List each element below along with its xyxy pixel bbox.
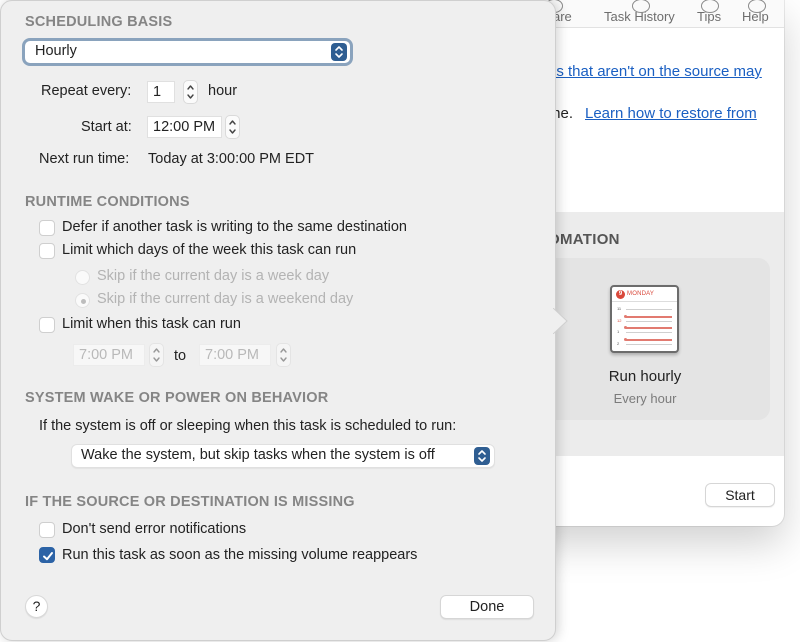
run-on-reappear-label: Run this task as soon as the missing vol… bbox=[62, 547, 418, 563]
repeat-every-stepper[interactable] bbox=[183, 80, 198, 104]
help-button[interactable]: ? bbox=[25, 595, 48, 618]
calendar-hour: 11 bbox=[617, 306, 622, 311]
schedule-settings-popover: SCHEDULING BASIS Hourly Repeat every: 1 … bbox=[0, 0, 556, 641]
limit-time-checkbox[interactable] bbox=[39, 317, 55, 333]
no-errors-checkbox[interactable] bbox=[39, 522, 55, 538]
skip-weekend-label: Skip if the current day is a weekend day bbox=[97, 291, 354, 307]
stepper-arrows-icon bbox=[280, 348, 287, 362]
toolbar-item-tips[interactable]: Tips bbox=[697, 0, 721, 24]
wake-behavior-value: Wake the system, but skip tasks when the… bbox=[81, 447, 435, 463]
time-from-field[interactable]: 7:00 PM bbox=[73, 344, 145, 366]
calendar-day: MONDAY bbox=[627, 291, 655, 297]
limit-time-label: Limit when this task can run bbox=[62, 316, 241, 332]
scheduling-basis-value: Hourly bbox=[35, 43, 77, 59]
card-subtitle: Every hour bbox=[613, 391, 677, 406]
wake-behavior-popup[interactable]: Wake the system, but skip tasks when the… bbox=[71, 444, 495, 468]
next-run-label: Next run time: bbox=[39, 151, 130, 167]
section-title-missing: IF THE SOURCE OR DESTINATION IS MISSING bbox=[25, 494, 355, 510]
toolbar-item-help[interactable]: Help bbox=[742, 0, 769, 24]
time-range-to-label: to bbox=[174, 348, 187, 364]
calendar-hour: 2 bbox=[617, 341, 620, 346]
run-on-reappear-checkbox[interactable] bbox=[39, 547, 55, 563]
calendar-hour: 1 bbox=[617, 329, 620, 334]
source-warning-link[interactable]: es that aren't on the source may bbox=[548, 63, 762, 80]
no-errors-label: Don't send error notifications bbox=[62, 521, 247, 537]
repeat-unit-label: hour bbox=[208, 83, 238, 99]
start-button[interactable]: Start bbox=[705, 483, 775, 507]
popup-chevrons-icon bbox=[331, 43, 347, 61]
scheduling-basis-popup[interactable]: Hourly bbox=[22, 38, 353, 66]
automation-section-title: OMATION bbox=[548, 231, 620, 248]
calendar-badge: 9 bbox=[616, 289, 625, 299]
toolbar-item-task-history[interactable]: Task History bbox=[604, 0, 675, 24]
section-title-wake-behavior: SYSTEM WAKE OR POWER ON BEHAVIOR bbox=[25, 390, 329, 406]
calendar-hour: 12 bbox=[617, 318, 622, 323]
skip-weekend-radio[interactable] bbox=[75, 293, 90, 308]
start-at-stepper[interactable] bbox=[225, 115, 240, 139]
done-button[interactable]: Done bbox=[440, 595, 534, 619]
popover-arrow bbox=[553, 308, 568, 334]
time-from-stepper[interactable] bbox=[149, 343, 164, 367]
wake-prompt: If the system is off or sleeping when th… bbox=[39, 418, 457, 434]
time-to-stepper[interactable] bbox=[276, 343, 291, 367]
card-title: Run hourly bbox=[608, 368, 682, 385]
stepper-arrows-icon bbox=[153, 348, 160, 362]
limit-days-checkbox[interactable] bbox=[39, 243, 55, 259]
checkmark-icon bbox=[43, 552, 53, 561]
stepper-arrows-icon bbox=[187, 85, 194, 99]
start-at-field[interactable]: 12:00 PM bbox=[147, 116, 222, 138]
defer-checkbox[interactable] bbox=[39, 220, 55, 236]
defer-label: Defer if another task is writing to the … bbox=[62, 219, 407, 235]
start-at-label: Start at: bbox=[81, 119, 132, 135]
time-to-field[interactable]: 7:00 PM bbox=[199, 344, 271, 366]
section-title-scheduling-basis: SCHEDULING BASIS bbox=[25, 14, 173, 30]
calendar-icon: 9 MONDAY 11 12 1 2 bbox=[610, 285, 679, 353]
next-run-value: Today at 3:00:00 PM EDT bbox=[148, 151, 315, 167]
stepper-arrows-icon bbox=[229, 120, 236, 134]
repeat-every-label: Repeat every: bbox=[41, 83, 132, 99]
popup-chevrons-icon bbox=[474, 447, 490, 465]
repeat-every-field[interactable]: 1 bbox=[147, 81, 175, 103]
skip-weekday-radio[interactable] bbox=[75, 270, 90, 285]
section-title-runtime-conditions: RUNTIME CONDITIONS bbox=[25, 194, 190, 210]
skip-weekday-label: Skip if the current day is a week day bbox=[97, 268, 330, 284]
limit-days-label: Limit which days of the week this task c… bbox=[62, 242, 357, 258]
restore-link[interactable]: Learn how to restore from bbox=[585, 105, 757, 122]
